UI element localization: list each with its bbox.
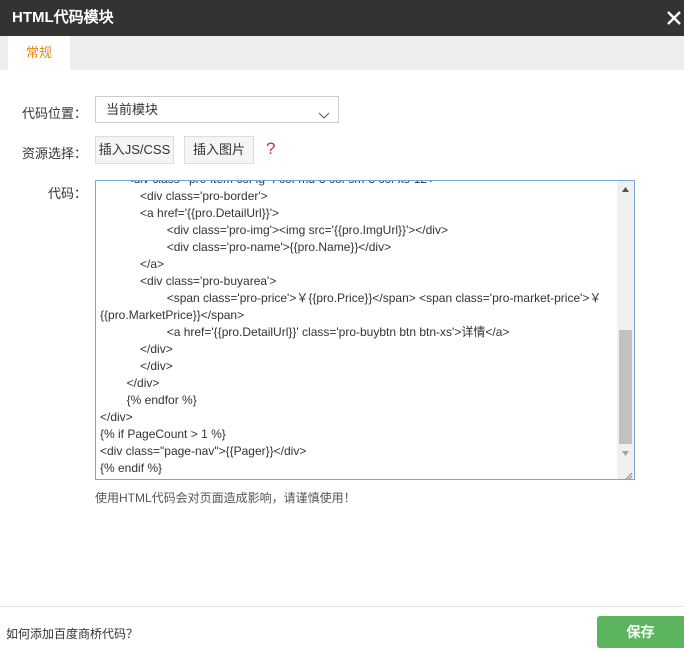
code-line: {% if PageCount > 1 %} xyxy=(100,427,226,441)
scrollbar-thumb[interactable] xyxy=(619,330,632,444)
code-position-select[interactable]: 当前模块 xyxy=(95,96,339,123)
code-editor[interactable]: <div class='pro-item col-lg-4 col-md-3 c… xyxy=(95,180,635,480)
scroll-up-arrow-icon[interactable] xyxy=(617,181,634,198)
dialog-title: HTML代码模块 xyxy=(12,9,114,26)
code-line: {% endfor %} xyxy=(100,393,197,407)
code-line: </div> xyxy=(100,359,173,373)
code-position-value: 当前模块 xyxy=(106,102,159,117)
html-code-dialog: HTML代码模块 常规 代码位置： 当前模块 资源选择： 插入JS/CSS 插入… xyxy=(0,0,684,651)
code-line: <div class='pro-buyarea'> xyxy=(100,274,277,288)
code-position-label: 代码位置： xyxy=(21,106,87,121)
insert-image-button[interactable]: 插入图片 xyxy=(184,136,254,164)
help-question-mark[interactable]: ? xyxy=(266,139,275,159)
code-line: </div> xyxy=(100,410,133,424)
scroll-down-arrow-icon[interactable] xyxy=(617,445,634,462)
code-content[interactable]: <div class='pro-item col-lg-4 col-md-3 c… xyxy=(96,181,616,477)
code-line: </div> xyxy=(100,376,160,390)
code-line: <div class='pro-name'>{{pro.Name}}</div> xyxy=(100,240,392,254)
code-line: <div class='pro-img'><img src='{{pro.Img… xyxy=(100,223,448,237)
code-line: </a> xyxy=(100,257,165,271)
baidu-bridge-help-link[interactable]: 如何添加百度商桥代码？ xyxy=(6,625,138,642)
insert-js-css-button[interactable]: 插入JS/CSS xyxy=(95,136,174,164)
dialog-footer: 如何添加百度商桥代码？ 保存 xyxy=(0,606,684,651)
code-line: <a href='{{pro.DetailUrl}}' class='pro-b… xyxy=(100,325,510,339)
resize-grip-icon[interactable] xyxy=(623,468,633,479)
warning-hint: 使用HTML代码会对页面造成影响，请谨慎使用！ xyxy=(95,491,356,505)
code-line: {% endif %} xyxy=(100,461,163,475)
save-button[interactable]: 保存 xyxy=(597,616,684,648)
chevron-down-icon xyxy=(318,104,330,119)
code-label: 代码： xyxy=(47,186,87,201)
code-line: <div class='pro-border'> xyxy=(100,189,268,203)
tab-strip: 常规 xyxy=(0,36,684,70)
code-line: </div> xyxy=(100,342,173,356)
editor-scrollbar[interactable] xyxy=(617,181,634,479)
dialog-titlebar: HTML代码模块 xyxy=(0,0,684,36)
code-line: <div class='pro-item col-lg-4 col-md-3 c… xyxy=(96,181,616,188)
tab-general[interactable]: 常规 xyxy=(8,36,70,70)
code-line: <span class='pro-price'>￥{{pro.Price}}</… xyxy=(100,291,602,322)
resource-select-label: 资源选择： xyxy=(21,146,87,161)
code-line: <div class="page-nav">{{Pager}}</div> xyxy=(100,444,307,458)
code-line: <a href='{{pro.DetailUrl}}'> xyxy=(100,206,280,220)
close-icon[interactable] xyxy=(664,8,684,28)
